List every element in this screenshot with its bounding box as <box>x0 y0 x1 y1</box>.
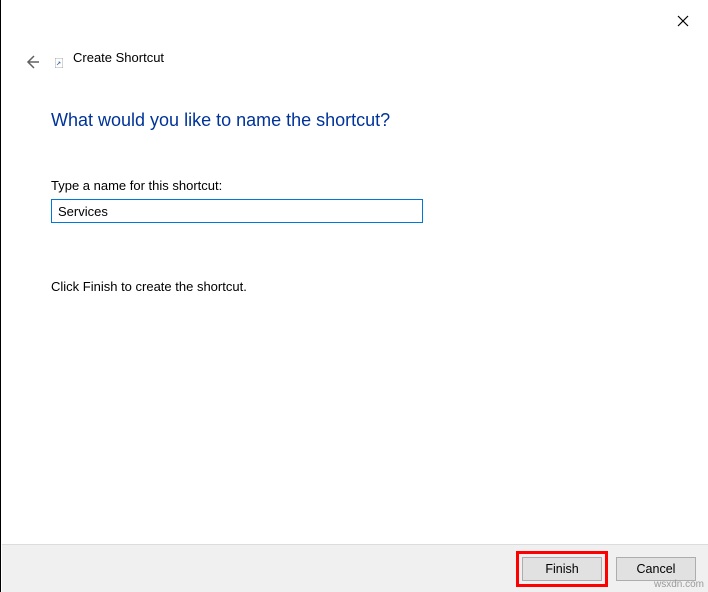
shortcut-name-label: Type a name for this shortcut: <box>51 178 222 193</box>
wizard-heading: What would you like to name the shortcut… <box>51 110 390 131</box>
watermark-text: wsxdn.com <box>654 579 704 590</box>
instruction-text: Click Finish to create the shortcut. <box>51 279 247 294</box>
shortcut-name-input[interactable] <box>51 199 423 223</box>
close-icon[interactable] <box>676 14 690 28</box>
create-shortcut-wizard: Create Shortcut What would you like to n… <box>0 0 708 592</box>
cancel-button[interactable]: Cancel <box>616 557 696 581</box>
page-title: Create Shortcut <box>73 50 164 65</box>
footer-bar: Finish Cancel <box>2 544 708 592</box>
finish-highlight: Finish <box>516 551 608 587</box>
finish-button[interactable]: Finish <box>522 557 602 581</box>
back-arrow-icon[interactable] <box>23 53 41 71</box>
shortcut-icon <box>55 55 63 65</box>
